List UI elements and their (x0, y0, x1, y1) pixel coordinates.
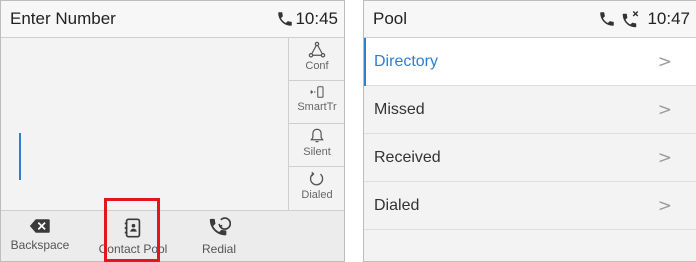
menu-item-missed[interactable]: Missed > (364, 86, 696, 134)
clock: 10:45 (295, 9, 338, 28)
redial-icon (209, 217, 231, 236)
chevron-right-icon: > (657, 196, 672, 216)
number-input[interactable] (1, 38, 288, 210)
highlight-box (104, 198, 160, 262)
softkey-label: SmartTr (297, 101, 337, 113)
screen-title: Pool (373, 9, 408, 28)
backspace-icon (29, 219, 50, 233)
conf-softkey[interactable]: Conf (289, 38, 344, 81)
phone-icon (276, 10, 294, 33)
bottom-softkey-bar: Backspace Contact Pool Redial (1, 210, 344, 261)
menu-item-label: Missed (374, 101, 425, 118)
text-cursor (19, 133, 21, 180)
bottom-key-label: Backspace (10, 238, 70, 252)
menu-item-label: Dialed (374, 197, 420, 214)
menu-item-label: Received (374, 149, 441, 166)
dialed-icon (309, 171, 324, 186)
conference-icon (308, 41, 326, 58)
smart-transfer-icon (310, 86, 324, 98)
menu-item-label: Directory (374, 53, 439, 70)
softkey-column: Conf SmartTr Silent Dialed (288, 38, 344, 210)
screen-title: Enter Number (10, 9, 116, 28)
pool-screen: Pool 10:47 Directory > Missed > Received… (363, 0, 696, 262)
menu-item-directory[interactable]: Directory > (364, 38, 696, 86)
chevron-right-icon: > (657, 148, 672, 168)
missed-call-icon (621, 10, 641, 33)
status-bar: Enter Number 10:45 (1, 1, 344, 38)
dialer-screen: Enter Number 10:45 Conf SmartTr Silent D… (0, 0, 345, 262)
bottom-key-label: Redial (201, 242, 237, 256)
silent-softkey[interactable]: Silent (289, 124, 344, 167)
smarttr-softkey[interactable]: SmartTr (289, 81, 344, 124)
dialed-softkey[interactable]: Dialed (289, 167, 344, 210)
softkey-label: Silent (303, 146, 331, 158)
phone-icon (598, 10, 616, 33)
bell-icon (310, 128, 324, 143)
redial-button[interactable]: Redial (189, 211, 249, 261)
status-bar: Pool 10:47 (364, 1, 696, 38)
menu-item-received[interactable]: Received > (364, 134, 696, 182)
pool-menu: Directory > Missed > Received > Dialed > (364, 38, 696, 230)
chevron-right-icon: > (657, 52, 672, 72)
menu-item-dialed[interactable]: Dialed > (364, 182, 696, 230)
chevron-right-icon: > (657, 100, 672, 120)
selection-indicator (364, 38, 366, 86)
softkey-label: Conf (305, 60, 329, 72)
backspace-button[interactable]: Backspace (7, 211, 73, 261)
clock: 10:47 (647, 9, 690, 28)
softkey-label: Dialed (301, 189, 333, 201)
